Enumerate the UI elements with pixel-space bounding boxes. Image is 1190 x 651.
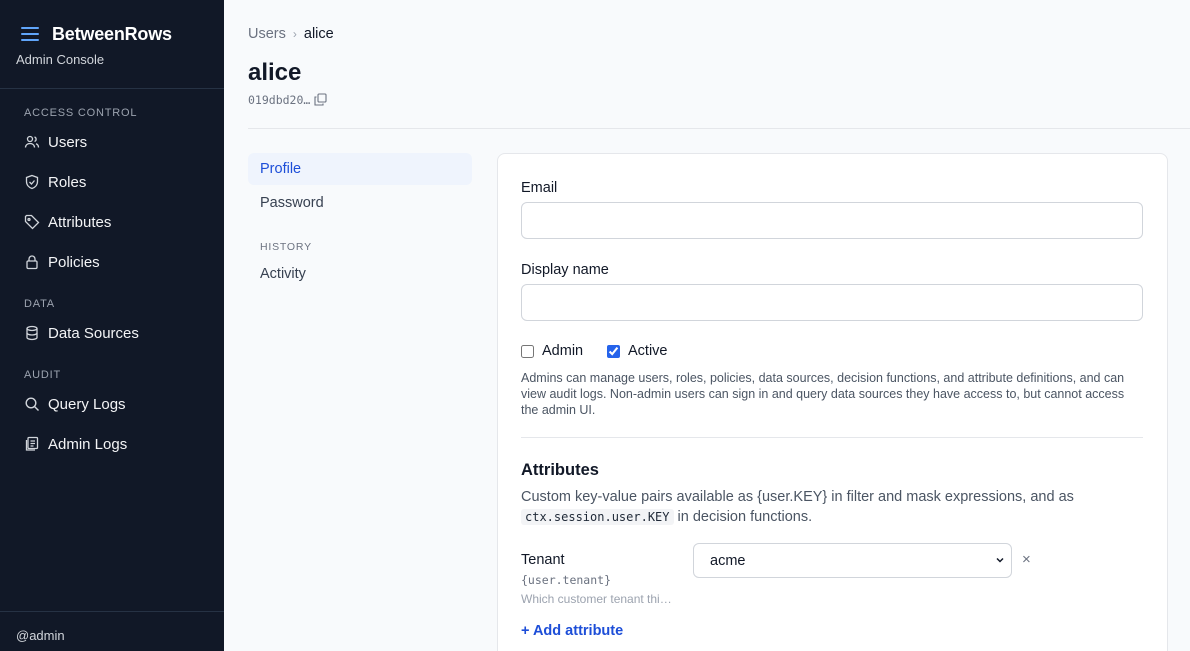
attribute-value-select[interactable]: acme <box>693 543 1012 578</box>
document-stack-icon <box>25 436 39 451</box>
brand-name[interactable]: BetweenRows <box>52 24 172 45</box>
sidebar-item-label: Roles <box>48 173 87 191</box>
tab-password[interactable]: Password <box>248 187 472 219</box>
attribute-value: acme <box>710 552 746 569</box>
current-user-handle[interactable]: @admin <box>16 628 65 643</box>
sidebar-item-label: Users <box>48 133 88 151</box>
database-icon <box>26 325 38 341</box>
sidebar-section-audit: AUDIT <box>24 369 61 381</box>
sidebar: BetweenRows Admin Console ACCESS CONTROL… <box>0 0 224 651</box>
tab-activity[interactable]: Activity <box>248 258 472 290</box>
card-divider <box>521 437 1143 438</box>
attributes-desc-part1: Custom key-value pairs available as {use… <box>521 489 1074 505</box>
sidebar-section-data: DATA <box>24 298 55 310</box>
shield-icon <box>25 174 39 190</box>
admin-checkbox-label[interactable]: Admin <box>542 343 583 359</box>
copy-icon <box>314 93 327 106</box>
email-field[interactable] <box>521 202 1143 239</box>
chevron-down-icon <box>996 557 1004 563</box>
sidebar-divider <box>0 88 224 89</box>
page-title: alice <box>248 59 302 86</box>
brand-subtitle: Admin Console <box>16 52 105 67</box>
breadcrumb: Users › alice <box>248 26 334 42</box>
tab-profile[interactable]: Profile <box>248 153 472 185</box>
breadcrumb-current: alice <box>303 26 334 42</box>
copy-id-button[interactable] <box>314 93 328 107</box>
user-id-row: 019dbd20… <box>248 93 328 107</box>
add-attribute-button[interactable]: + Add attribute <box>521 623 623 639</box>
brand-row: BetweenRows <box>16 22 172 46</box>
display-name-field[interactable] <box>521 284 1143 321</box>
attributes-description: Custom key-value pairs available as {use… <box>521 487 1143 527</box>
sidebar-footer-divider <box>0 611 224 612</box>
attribute-name: Tenant <box>521 552 565 568</box>
users-icon <box>24 135 40 148</box>
tag-icon <box>24 214 40 230</box>
attribute-key: {user.tenant} <box>521 573 612 587</box>
sidebar-item-policies[interactable]: Policies <box>12 246 212 278</box>
hamburger-icon <box>21 27 39 41</box>
search-icon <box>25 397 39 411</box>
sidebar-item-label: Attributes <box>48 213 112 231</box>
sidebar-item-users[interactable]: Users <box>12 126 212 158</box>
sidebar-item-label: Admin Logs <box>48 435 128 453</box>
sidebar-item-data-sources[interactable]: Data Sources <box>12 317 212 349</box>
breadcrumb-separator: › <box>292 27 297 41</box>
subnav-section-history: HISTORY <box>260 241 312 253</box>
admin-help-text: Admins can manage users, roles, policies… <box>521 371 1125 417</box>
attributes-desc-part2: in decision functions. <box>677 509 813 525</box>
active-checkbox-label[interactable]: Active <box>628 343 668 359</box>
active-checkbox-row: Active <box>607 343 668 359</box>
display-name-label: Display name <box>521 262 609 278</box>
sidebar-item-attributes[interactable]: Attributes <box>12 206 212 238</box>
sidebar-item-label: Data Sources <box>48 324 139 342</box>
sidebar-item-admin-logs[interactable]: Admin Logs <box>12 428 212 460</box>
sidebar-section-access-control: ACCESS CONTROL <box>24 107 138 119</box>
breadcrumb-users-link[interactable]: Users <box>248 26 286 42</box>
sidebar-item-label: Policies <box>48 253 100 271</box>
attribute-description: Which customer tenant thi… <box>521 592 672 606</box>
lock-icon <box>26 255 38 270</box>
menu-toggle-button[interactable] <box>16 22 44 46</box>
active-checkbox[interactable] <box>607 344 620 358</box>
admin-checkbox-row: Admin <box>521 343 583 359</box>
user-id: 019dbd20… <box>248 93 311 107</box>
admin-checkbox[interactable] <box>521 344 534 358</box>
email-label: Email <box>521 180 558 196</box>
session-code-snippet: ctx.session.user.KEY <box>521 509 674 525</box>
sidebar-item-roles[interactable]: Roles <box>12 166 212 198</box>
sidebar-item-label: Query Logs <box>48 395 126 413</box>
sidebar-item-query-logs[interactable]: Query Logs <box>12 388 212 420</box>
attributes-title: Attributes <box>521 461 599 479</box>
remove-attribute-button[interactable]: × <box>1022 551 1031 568</box>
header-divider <box>248 128 1190 129</box>
